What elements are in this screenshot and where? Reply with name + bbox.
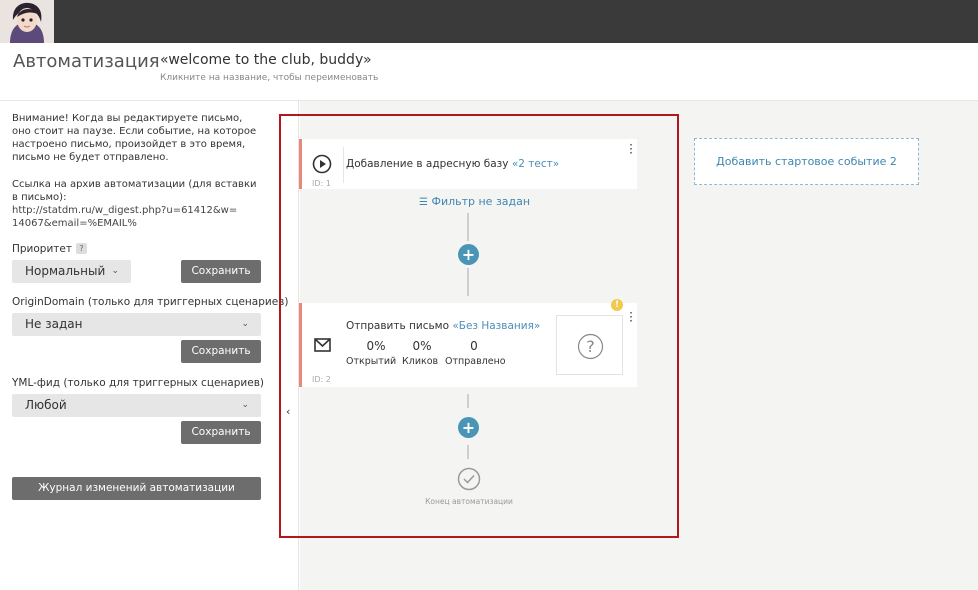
help-icon[interactable]: ? xyxy=(76,243,87,254)
chevron-down-icon: ⌄ xyxy=(241,400,249,410)
yml-feed-label: YML-фид (только для триггерных сценариев… xyxy=(12,377,264,389)
top-bar xyxy=(0,0,978,43)
page-title: Автоматизация xyxy=(13,51,160,72)
yml-feed-select[interactable]: Любой ⌄ xyxy=(12,394,261,417)
chevron-down-icon: ⌄ xyxy=(241,319,249,329)
archive-label: Ссылка на архив автоматизации (для встав… xyxy=(12,179,257,203)
avatar[interactable] xyxy=(0,0,54,43)
save-origin-button[interactable]: Сохранить xyxy=(181,340,261,363)
change-log-button[interactable]: Журнал изменений автоматизации xyxy=(12,477,261,500)
add-start-event-button[interactable]: Добавить стартовое событие 2 xyxy=(694,138,919,185)
highlight-frame xyxy=(279,114,679,538)
save-yml-button[interactable]: Сохранить xyxy=(181,421,261,444)
automation-name[interactable]: «welcome to the club, buddy» xyxy=(160,52,372,68)
pause-warning: Внимание! Когда вы редактируете письмо, … xyxy=(12,113,257,163)
origin-domain-label: OriginDomain (только для триггерных сцен… xyxy=(12,296,289,308)
rename-hint: Кликните на название, чтобы переименоват… xyxy=(160,73,379,83)
priority-label: Приоритет? xyxy=(12,243,87,255)
archive-url: http://statdm.ru/w_digest.php?u=61412&w=… xyxy=(12,205,238,229)
save-priority-button[interactable]: Сохранить xyxy=(181,260,261,283)
chevron-down-icon: ⌄ xyxy=(111,266,119,276)
priority-select[interactable]: Нормальный ⌄ xyxy=(12,260,131,283)
page-header: Автоматизация «welcome to the club, budd… xyxy=(0,43,978,101)
origin-domain-select[interactable]: Не задан ⌄ xyxy=(12,313,261,336)
